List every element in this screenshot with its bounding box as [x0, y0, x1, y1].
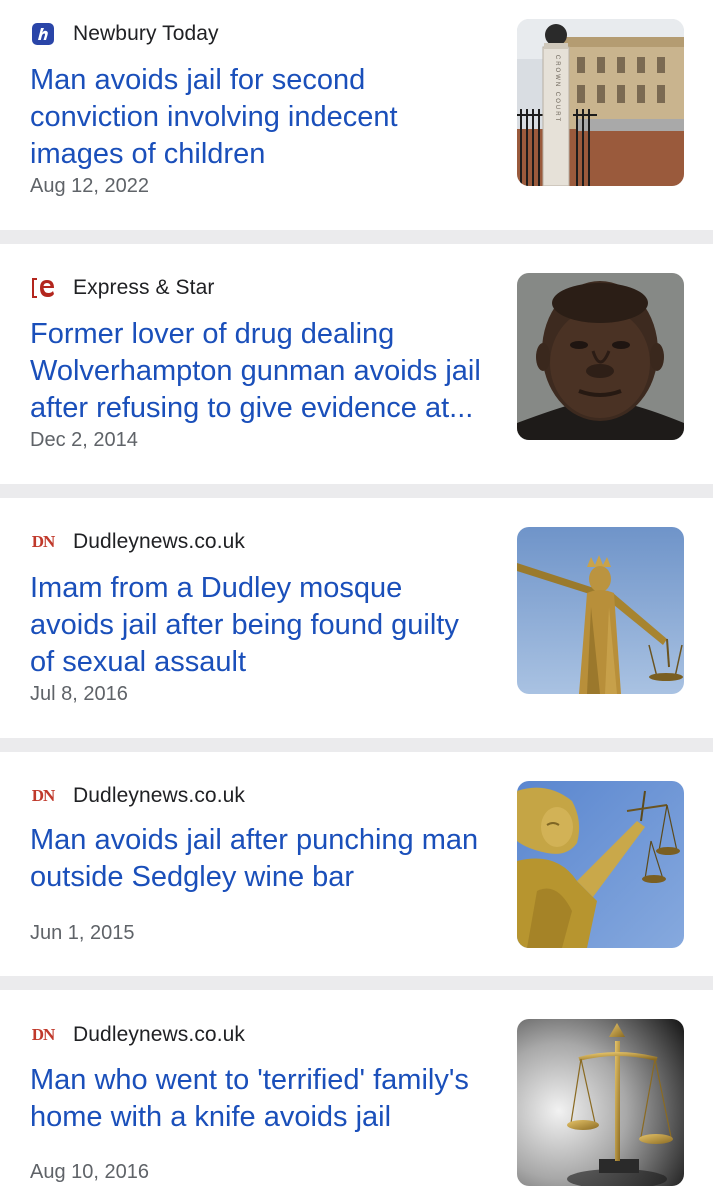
source-name: Newbury Today [73, 22, 219, 45]
express-and-star-logo-icon [30, 276, 56, 300]
card-separator [0, 976, 713, 990]
news-card[interactable]: Newbury Today Man avoids jail for second… [0, 0, 713, 230]
source-row: DN Dudleynews.co.uk [30, 527, 245, 557]
article-headline-link[interactable]: Man who went to 'terrified' family's hom… [30, 1062, 490, 1136]
news-card[interactable]: DN Dudleynews.co.uk Man avoids jail afte… [0, 752, 713, 976]
source-name: Dudleynews.co.uk [73, 530, 246, 553]
mugshot-photo[interactable] [517, 273, 684, 440]
article-date: Aug 10, 2016 [30, 1161, 149, 1183]
article-date: Jun 1, 2015 [30, 922, 135, 944]
justice-statue-scales-photo[interactable] [517, 781, 684, 948]
lady-justice-statue-photo[interactable] [517, 527, 684, 694]
article-headline-link[interactable]: Former lover of drug dealing Wolverhampt… [30, 316, 490, 427]
news-feed: Newbury Today Man avoids jail for second… [0, 0, 713, 1200]
article-date: Dec 2, 2014 [30, 429, 138, 451]
court-building-photo[interactable]: CROWN COURT [517, 19, 684, 186]
card-separator [0, 484, 713, 498]
source-name: Dudleynews.co.uk [73, 784, 246, 807]
source-row: DN Dudleynews.co.uk [30, 1020, 245, 1050]
dudley-news-logo-icon: DN [31, 1025, 56, 1044]
source-row: Newbury Today [30, 19, 219, 49]
news-card[interactable]: DN Dudleynews.co.uk Imam from a Dudley m… [0, 498, 713, 738]
source-name: Dudleynews.co.uk [73, 1023, 246, 1046]
article-headline-link[interactable]: Man avoids jail for second conviction in… [30, 62, 490, 173]
scales-of-justice-photo[interactable] [517, 1019, 684, 1186]
newbury-today-logo-icon [30, 22, 56, 46]
card-separator [0, 738, 713, 752]
article-date: Aug 12, 2022 [30, 175, 149, 197]
dudley-news-logo-icon: DN [31, 786, 56, 805]
news-card[interactable]: DN Dudleynews.co.uk Man who went to 'ter… [0, 990, 713, 1200]
source-name: Express & Star [73, 276, 215, 299]
dudley-news-logo-icon: DN [31, 532, 56, 551]
article-headline-link[interactable]: Imam from a Dudley mosque avoids jail af… [30, 570, 490, 681]
court-sign-text: CROWN COURT [554, 55, 560, 123]
news-card[interactable]: Express & Star Former lover of drug deal… [0, 244, 713, 484]
source-row: Express & Star [30, 273, 214, 303]
article-headline-link[interactable]: Man avoids jail after punching man outsi… [30, 822, 490, 896]
card-separator [0, 230, 713, 244]
article-date: Jul 8, 2016 [30, 683, 128, 705]
source-row: DN Dudleynews.co.uk [30, 781, 245, 811]
